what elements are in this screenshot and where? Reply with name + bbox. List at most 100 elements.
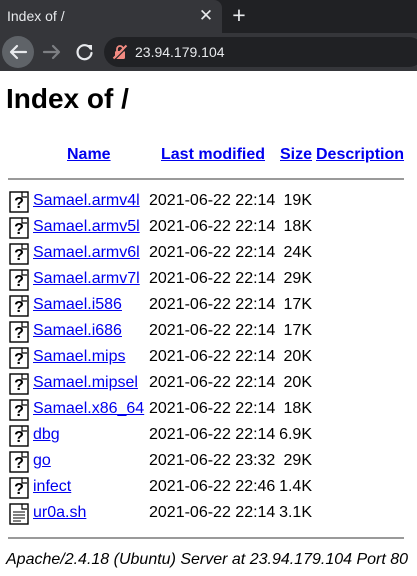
file-link[interactable]: Samael.armv7l	[33, 270, 140, 288]
unknown-file-icon: ?	[9, 217, 29, 239]
svg-text:?: ?	[14, 455, 24, 472]
unknown-file-icon: ?	[9, 399, 29, 421]
file-size: 17K	[283, 296, 312, 313]
page-content: Index of / Name Last modified Size Descr…	[0, 71, 417, 576]
svg-text:?: ?	[14, 377, 24, 394]
url-text[interactable]: 23.94.179.104	[135, 44, 225, 60]
file-size: 19K	[283, 192, 312, 209]
file-size: 1.4K	[279, 478, 312, 495]
file-link[interactable]: Samael.armv4l	[33, 192, 140, 210]
column-header-name[interactable]: Name	[67, 146, 111, 164]
file-size: 24K	[283, 244, 312, 261]
active-tab[interactable]: Index of / ✕	[0, 0, 222, 33]
table-row: ? Samael.armv5l 2021-06-22 22:14 18K	[0, 215, 417, 241]
page-title: Index of /	[6, 83, 129, 114]
unknown-file-icon: ?	[9, 373, 29, 395]
svg-text:?: ?	[14, 481, 24, 498]
column-header-last-modified[interactable]: Last modified	[161, 146, 265, 164]
file-link[interactable]: Samael.i686	[33, 322, 122, 340]
file-link[interactable]: Samael.mips	[33, 348, 125, 366]
table-row: ? Samael.armv7l 2021-06-22 22:14 29K	[0, 267, 417, 293]
table-row: ? infect 2021-06-22 22:46 1.4K	[0, 475, 417, 501]
file-last-modified: 2021-06-22 22:14	[149, 192, 276, 209]
svg-text:?: ?	[14, 273, 24, 290]
text-file-icon	[9, 503, 29, 525]
unknown-file-icon: ?	[9, 191, 29, 213]
file-last-modified: 2021-06-22 22:14	[149, 244, 276, 261]
file-last-modified: 2021-06-22 22:14	[149, 400, 276, 417]
unknown-file-icon: ?	[9, 295, 29, 317]
table-row: ? Samael.i586 2021-06-22 22:14 17K	[0, 293, 417, 319]
file-last-modified: 2021-06-22 22:14	[149, 218, 276, 235]
file-last-modified: 2021-06-22 22:14	[149, 504, 276, 521]
file-last-modified: 2021-06-22 23:32	[149, 452, 276, 469]
file-last-modified: 2021-06-22 22:14	[149, 426, 276, 443]
table-row: ? dbg 2021-06-22 22:14 6.9K	[0, 423, 417, 449]
unknown-file-icon: ?	[9, 425, 29, 447]
table-row: ? Samael.i686 2021-06-22 22:14 17K	[0, 319, 417, 345]
file-size: 3.1K	[279, 504, 312, 521]
close-tab-icon[interactable]: ✕	[198, 7, 214, 25]
svg-text:?: ?	[14, 195, 24, 212]
tab-title: Index of /	[7, 8, 65, 24]
file-link[interactable]: dbg	[33, 426, 60, 444]
file-size: 6.9K	[279, 426, 312, 443]
file-size: 20K	[283, 348, 312, 365]
browser-toolbar: 23.94.179.104	[0, 33, 417, 71]
table-row: ? Samael.mipsel 2021-06-22 22:14 20K	[0, 371, 417, 397]
table-row: ? Samael.mips 2021-06-22 22:14 20K	[0, 345, 417, 371]
unknown-file-icon: ?	[9, 347, 29, 369]
column-header-size[interactable]: Size	[280, 146, 312, 164]
file-last-modified: 2021-06-22 22:14	[149, 374, 276, 391]
tab-strip: Index of / ✕ +	[0, 0, 417, 33]
reload-button[interactable]	[69, 36, 101, 68]
file-last-modified: 2021-06-22 22:14	[149, 270, 276, 287]
unknown-file-icon: ?	[9, 451, 29, 473]
back-button[interactable]	[2, 36, 34, 68]
svg-text:?: ?	[14, 351, 24, 368]
file-link[interactable]: Samael.mipsel	[33, 374, 138, 392]
server-signature: Apache/2.4.18 (Ubuntu) Server at 23.94.1…	[6, 551, 409, 568]
svg-text:?: ?	[14, 403, 24, 420]
table-row: ? Samael.x86_64 2021-06-22 22:14 18K	[0, 397, 417, 423]
file-link[interactable]: infect	[33, 478, 71, 496]
file-last-modified: 2021-06-22 22:46	[149, 478, 276, 495]
file-link[interactable]: Samael.x86_64	[33, 400, 144, 418]
file-last-modified: 2021-06-22 22:14	[149, 296, 276, 313]
file-link[interactable]: Samael.armv6l	[33, 244, 140, 262]
table-row: ? Samael.armv4l 2021-06-22 22:14 19K	[0, 189, 417, 215]
file-size: 29K	[283, 452, 312, 469]
file-size: 29K	[283, 270, 312, 287]
forward-button[interactable]	[36, 36, 68, 68]
back-arrow-icon	[9, 44, 28, 60]
not-secure-icon[interactable]	[112, 44, 128, 60]
table-row: ? Samael.armv6l 2021-06-22 22:14 24K	[0, 241, 417, 267]
table-row: ur0a.sh 2021-06-22 22:14 3.1K	[0, 501, 417, 527]
file-last-modified: 2021-06-22 22:14	[149, 348, 276, 365]
file-size: 17K	[283, 322, 312, 339]
reload-icon	[76, 44, 93, 61]
table-row: ? go 2021-06-22 23:32 29K	[0, 449, 417, 475]
file-size: 18K	[283, 400, 312, 417]
svg-text:?: ?	[14, 247, 24, 264]
svg-text:?: ?	[14, 429, 24, 446]
file-link[interactable]: Samael.armv5l	[33, 218, 140, 236]
file-link[interactable]: go	[33, 452, 51, 470]
unknown-file-icon: ?	[9, 477, 29, 499]
svg-text:?: ?	[14, 221, 24, 238]
file-size: 18K	[283, 218, 312, 235]
footer-divider	[8, 537, 404, 539]
svg-text:?: ?	[14, 325, 24, 342]
file-link[interactable]: Samael.i586	[33, 296, 122, 314]
file-last-modified: 2021-06-22 22:14	[149, 322, 276, 339]
unknown-file-icon: ?	[9, 321, 29, 343]
file-size: 20K	[283, 374, 312, 391]
unknown-file-icon: ?	[9, 269, 29, 291]
column-header-description[interactable]: Description	[316, 146, 404, 164]
header-divider	[8, 178, 404, 180]
unknown-file-icon: ?	[9, 243, 29, 265]
file-link[interactable]: ur0a.sh	[33, 504, 86, 522]
address-bar[interactable]: 23.94.179.104	[104, 37, 417, 67]
forward-arrow-icon	[42, 44, 61, 60]
new-tab-icon[interactable]: +	[228, 4, 250, 27]
